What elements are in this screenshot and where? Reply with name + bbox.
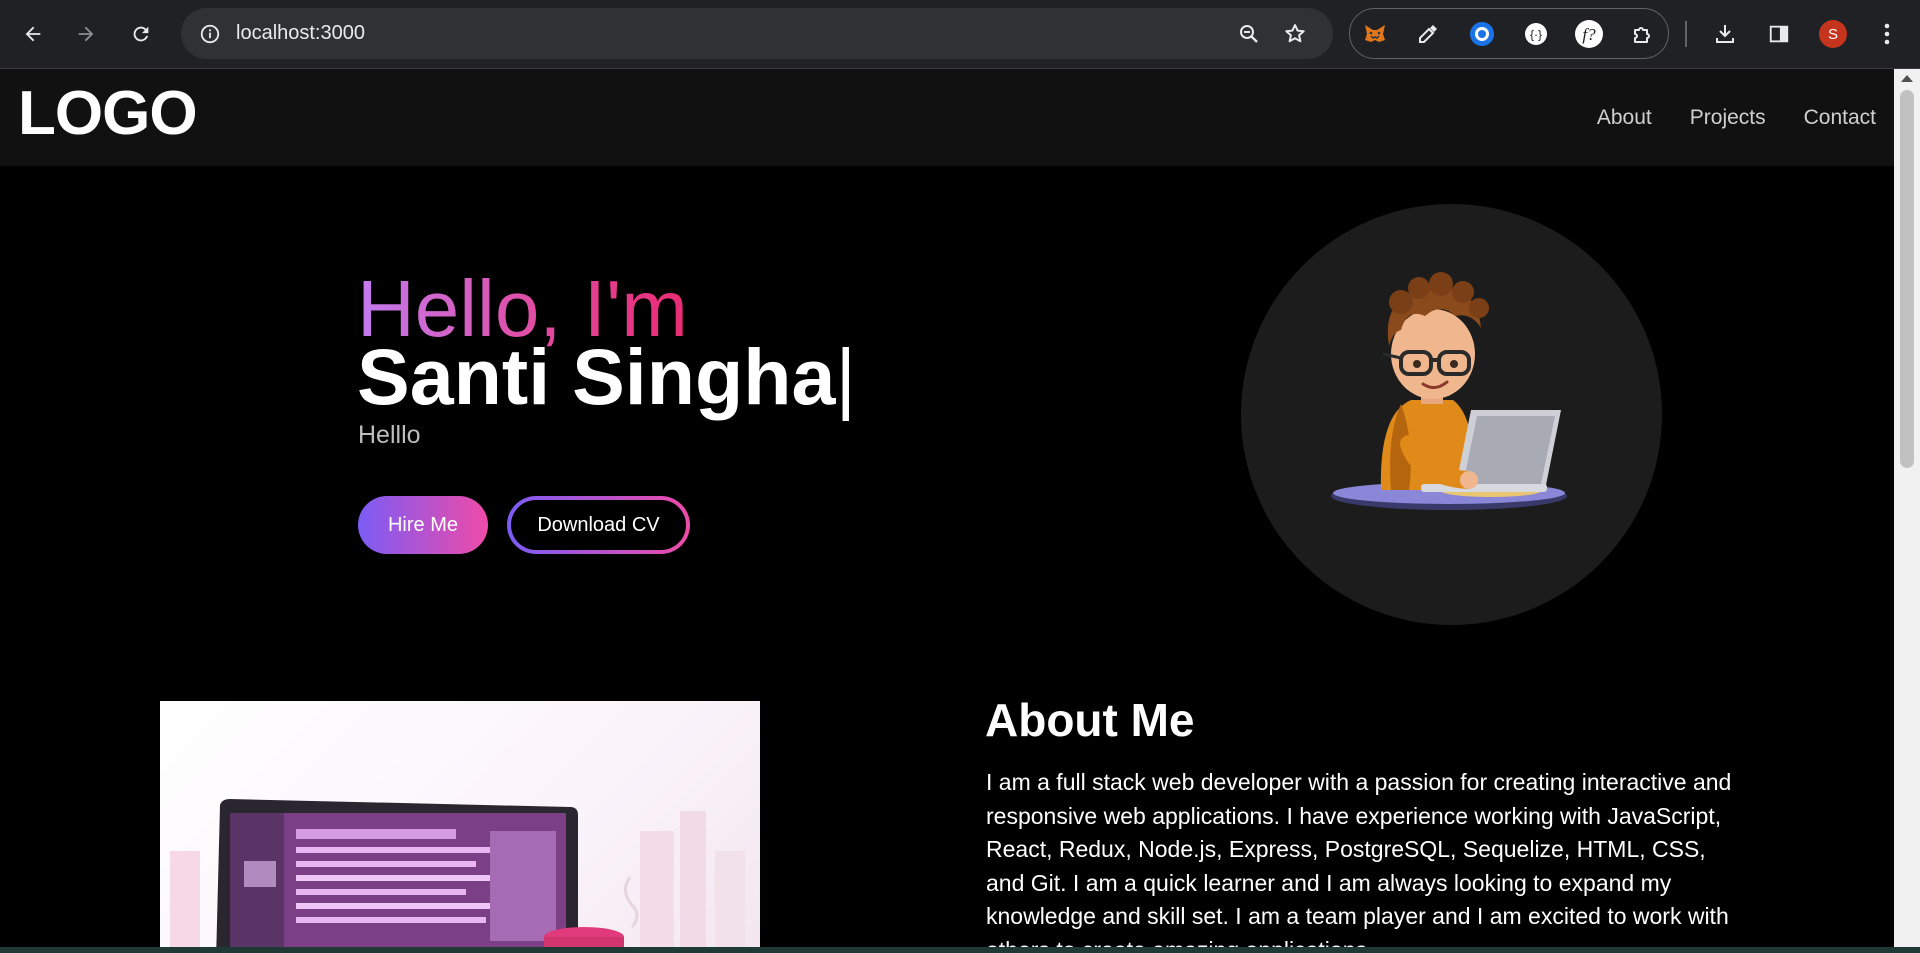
metamask-icon[interactable] <box>1360 19 1390 49</box>
forward-button[interactable] <box>69 17 103 51</box>
about-image <box>160 701 760 947</box>
hero-avatar-image <box>1241 204 1662 625</box>
scroll-thumb[interactable] <box>1900 90 1914 468</box>
hero-subtitle: Helllo <box>358 421 421 449</box>
hero-name: Santi Singha| <box>357 337 856 416</box>
nav-about[interactable]: About <box>1597 106 1652 130</box>
about-title: About Me <box>985 694 1195 746</box>
main-nav: About Projects Contact <box>1597 106 1876 130</box>
hero-name-text: Santi Singha <box>357 332 836 421</box>
laptop-illustration <box>170 799 745 947</box>
back-button[interactable] <box>16 17 50 51</box>
download-icon[interactable] <box>1708 17 1742 51</box>
site-header: LOGO About Projects Contact <box>0 69 1894 166</box>
scrollbar[interactable] <box>1894 69 1920 947</box>
scroll-up-icon[interactable] <box>1901 75 1913 82</box>
extensions-puzzle-icon[interactable] <box>1628 19 1658 49</box>
typing-cursor: | <box>835 332 856 421</box>
download-cv-label: Download CV <box>511 500 686 550</box>
download-cv-button[interactable]: Download CV <box>507 496 690 554</box>
site-logo[interactable]: LOGO <box>18 83 198 145</box>
more-menu-icon[interactable] <box>1870 17 1904 51</box>
profile-avatar[interactable]: S <box>1816 17 1850 51</box>
page-viewport: LOGO About Projects Contact Hello, I'm S… <box>0 69 1894 947</box>
svg-text:{·}: {·} <box>1530 28 1542 42</box>
hire-me-button[interactable]: Hire Me <box>358 496 488 554</box>
zoom-icon[interactable] <box>1235 20 1262 47</box>
bookmark-star-icon[interactable] <box>1281 20 1308 47</box>
font-finder-icon[interactable]: f? <box>1574 19 1604 49</box>
avatar: S <box>1819 20 1847 48</box>
reload-button[interactable] <box>124 17 158 51</box>
code-icon[interactable]: {·} <box>1521 19 1551 49</box>
toolbar-separator <box>1685 21 1687 47</box>
browser-toolbar: localhost:3000 {·} f? S <box>0 0 1920 69</box>
nav-projects[interactable]: Projects <box>1690 106 1766 130</box>
nav-contact[interactable]: Contact <box>1804 106 1876 130</box>
extensions-group: {·} f? <box>1349 8 1669 59</box>
side-panel-icon[interactable] <box>1762 17 1796 51</box>
back-icon <box>25 26 41 42</box>
url-text[interactable]: localhost:3000 <box>236 8 365 59</box>
developer-illustration <box>1331 272 1567 510</box>
address-bar[interactable]: localhost:3000 <box>181 8 1333 59</box>
forward-icon <box>78 26 94 42</box>
svg-text:f?: f? <box>1582 25 1596 44</box>
record-icon[interactable] <box>1467 19 1497 49</box>
reload-icon <box>133 26 149 42</box>
color-picker-icon[interactable] <box>1413 19 1443 49</box>
bottom-strip <box>0 947 1920 953</box>
site-info-icon[interactable] <box>196 20 223 47</box>
about-text: I am a full stack web developer with a p… <box>986 769 1732 947</box>
